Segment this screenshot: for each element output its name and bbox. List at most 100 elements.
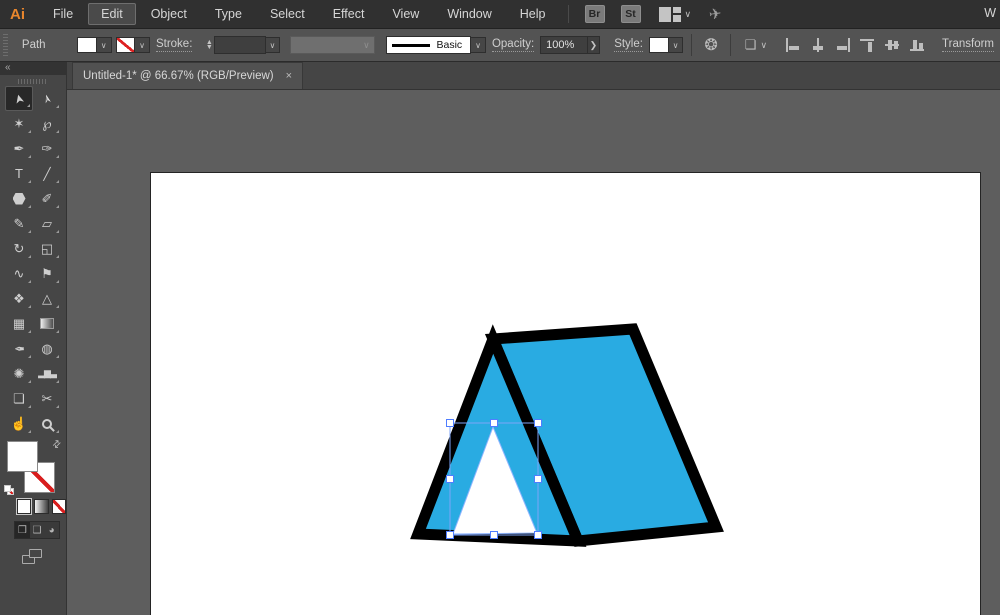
style-dropdown[interactable] (668, 37, 684, 53)
tool-mesh[interactable]: ▦ (5, 311, 33, 336)
fill-color-dropdown[interactable] (96, 37, 112, 53)
tool-width[interactable]: ∿ (5, 261, 33, 286)
fill-proxy[interactable] (7, 441, 38, 472)
none-button[interactable] (51, 499, 66, 514)
align-center-horizontal-icon[interactable] (810, 38, 826, 52)
stock-button[interactable]: St (620, 5, 641, 23)
document-setup-icon[interactable] (745, 37, 757, 53)
control-bar-separator (729, 34, 731, 56)
stroke-weight-field[interactable] (214, 36, 266, 54)
tool-rotate[interactable]: ↻ (5, 236, 33, 261)
tab-close-icon[interactable]: × (286, 70, 292, 82)
pencil-icon: ✎ (13, 216, 25, 231)
tool-selection[interactable]: ➤ (5, 86, 33, 111)
align-center-vertical-icon[interactable] (885, 38, 901, 52)
symbol-sprayer-icon: ✺ (13, 366, 25, 381)
menu-view[interactable]: View (379, 3, 432, 25)
stroke-weight-stepper[interactable] (204, 40, 214, 50)
curvature-icon: ✑ (41, 141, 53, 156)
opacity-label[interactable]: Opacity: (491, 38, 535, 52)
style-swatch[interactable] (648, 37, 669, 53)
opacity-expand-button[interactable] (587, 36, 601, 54)
tool-line-segment[interactable]: ╱ (33, 161, 61, 186)
document-tab[interactable]: Untitled-1* @ 66.67% (RGB/Preview) × (72, 62, 304, 89)
default-fill-stroke-icon[interactable] (4, 485, 14, 495)
document-setup-chevron-icon[interactable] (760, 40, 767, 51)
tool-direct-selection[interactable]: ➢ (33, 86, 61, 111)
zoom-icon (42, 418, 52, 429)
swap-fill-stroke-icon[interactable] (50, 438, 64, 452)
tool-magic-wand[interactable]: ✶ (5, 111, 33, 136)
rotate-icon: ↻ (13, 241, 25, 256)
tool-artboard[interactable]: ❏ (5, 386, 33, 411)
tool-hand[interactable]: ☝ (5, 411, 33, 436)
tool-slice[interactable]: ✂ (33, 386, 61, 411)
artboard[interactable] (150, 172, 981, 615)
artboard-icon: ❏ (13, 391, 25, 406)
align-bottom-icon[interactable] (910, 38, 926, 52)
direct-selection-icon: ➢ (38, 91, 56, 106)
tool-shape-builder[interactable]: ❖ (5, 286, 33, 311)
tool-gradient[interactable] (33, 311, 61, 336)
paintbrush-icon: ✐ (41, 191, 53, 206)
workspace-switcher-icon[interactable] (658, 6, 681, 22)
tool-lasso[interactable]: ℘ (33, 111, 61, 136)
color-button[interactable] (15, 498, 33, 515)
bridge-button[interactable]: Br (584, 5, 605, 23)
menu-object[interactable]: Object (138, 3, 200, 25)
menu-edit[interactable]: Edit (88, 3, 136, 25)
style-label[interactable]: Style: (614, 38, 643, 52)
document-tab-title: Untitled-1* @ 66.67% (RGB/Preview) (83, 70, 274, 82)
stroke-weight-dropdown[interactable] (265, 37, 281, 53)
tool-panel-grip[interactable] (18, 79, 48, 84)
menu-type[interactable]: Type (202, 3, 255, 25)
transform-link[interactable]: Transform (942, 38, 995, 52)
control-bar-grip[interactable] (3, 34, 8, 56)
brush-definition-dropdown[interactable] (471, 37, 486, 53)
tool-column-graph[interactable]: ▂▆▃ (33, 361, 61, 386)
tool-pencil[interactable]: ✎ (5, 211, 33, 236)
workspace-chevron-icon[interactable] (685, 9, 692, 20)
tool-blend[interactable]: ◍ (33, 336, 61, 361)
stroke-color-swatch[interactable] (115, 37, 136, 53)
brush-definition-field[interactable]: Basic (386, 36, 472, 54)
tool-type[interactable]: T (5, 161, 33, 186)
gradient-button[interactable] (34, 499, 49, 514)
stroke-color-dropdown[interactable] (135, 37, 150, 53)
tool-polygon[interactable] (5, 186, 33, 211)
gradient-icon (40, 318, 54, 329)
canvas-pasteboard[interactable] (67, 90, 1000, 615)
stroke-weight-label[interactable]: Stroke: (155, 38, 193, 52)
brush-stroke-preview (392, 43, 431, 47)
fill-stroke-widget (0, 439, 66, 497)
tool-zoom[interactable] (33, 411, 61, 436)
tool-puppet-warp[interactable]: ⚑ (33, 261, 61, 286)
opacity-field[interactable]: 100% (540, 36, 588, 54)
tool-eraser[interactable]: ▱ (33, 211, 61, 236)
align-left-icon[interactable] (785, 38, 801, 52)
align-right-icon[interactable] (835, 38, 851, 52)
screen-mode-button[interactable] (22, 549, 42, 564)
fill-color-swatch[interactable] (77, 37, 97, 53)
menu-file[interactable]: File (40, 3, 86, 25)
collapse-panel-icon[interactable]: « (5, 62, 11, 73)
share-icon[interactable] (708, 4, 723, 24)
menu-help[interactable]: Help (507, 3, 559, 25)
draw-behind-button[interactable]: ❑ (30, 522, 45, 538)
shape-builder-icon: ❖ (13, 291, 25, 306)
align-top-icon[interactable] (860, 38, 876, 52)
menubar-separator (567, 5, 569, 23)
draw-normal-button[interactable]: ❒ (15, 522, 30, 538)
recolor-artwork-icon[interactable] (704, 35, 717, 55)
tool-symbol-sprayer[interactable]: ✺ (5, 361, 33, 386)
tool-eyedropper[interactable]: ✒ (5, 336, 33, 361)
menu-select[interactable]: Select (257, 3, 318, 25)
tool-pen[interactable]: ✒ (5, 136, 33, 161)
tool-paintbrush[interactable]: ✐ (33, 186, 61, 211)
tool-scale[interactable]: ◱ (33, 236, 61, 261)
menu-window[interactable]: Window (434, 3, 504, 25)
tool-curvature[interactable]: ✑ (33, 136, 61, 161)
menu-effect[interactable]: Effect (320, 3, 378, 25)
tool-perspective-grid[interactable]: △ (33, 286, 61, 311)
draw-inside-button[interactable]: ◕ (44, 522, 59, 538)
